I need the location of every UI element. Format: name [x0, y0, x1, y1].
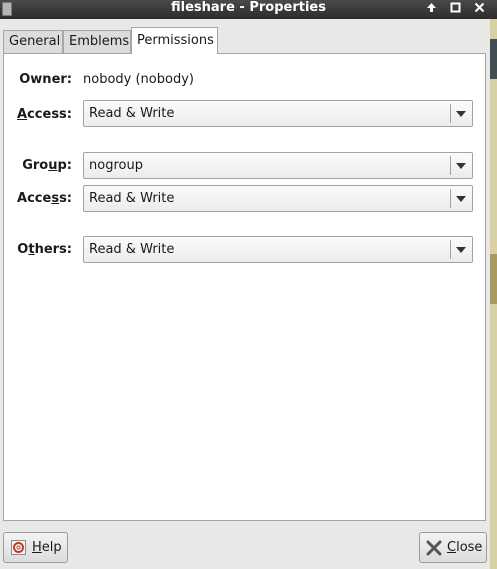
chevron-down-icon — [456, 196, 466, 202]
group-access-combo[interactable]: Read & Write — [83, 185, 473, 212]
background-desktop-edge — [490, 19, 497, 569]
owner-access-label: Access: — [17, 107, 72, 122]
others-value: Read & Write — [89, 242, 175, 257]
chevron-down-icon — [456, 111, 466, 117]
lifebuoy-icon — [11, 540, 26, 559]
close-icon[interactable] — [469, 0, 489, 15]
close-button-label: Close — [447, 540, 483, 555]
help-button[interactable]: Help — [3, 532, 68, 563]
others-combo[interactable]: Read & Write — [83, 236, 473, 263]
group-combo[interactable]: nogroup — [83, 152, 473, 179]
help-button-label: Help — [32, 540, 62, 555]
chevron-down-icon — [456, 163, 466, 169]
close-button[interactable]: Close — [419, 532, 487, 563]
tab-general[interactable]: General — [3, 30, 63, 54]
chevron-down-icon — [456, 247, 466, 253]
owner-value: nobody (nobody) — [83, 72, 194, 87]
x-icon — [426, 540, 442, 560]
restore-icon[interactable] — [445, 0, 465, 15]
tab-permissions[interactable]: Permissions — [131, 27, 218, 54]
group-access-value: Read & Write — [89, 191, 175, 206]
group-label: Group: — [22, 158, 72, 173]
group-value: nogroup — [89, 158, 143, 173]
others-label: Others: — [17, 242, 72, 257]
title-bar: fileshare - Properties — [0, 0, 497, 19]
owner-label: Owner: — [19, 72, 72, 87]
group-access-label: Access: — [17, 191, 72, 206]
permissions-page: Owner: nobody (nobody) Access: Read & Wr… — [3, 53, 486, 521]
tab-emblems[interactable]: Emblems — [63, 30, 131, 54]
owner-access-value: Read & Write — [89, 106, 175, 121]
owner-access-combo[interactable]: Read & Write — [83, 100, 473, 127]
maximize-icon[interactable] — [421, 0, 441, 15]
